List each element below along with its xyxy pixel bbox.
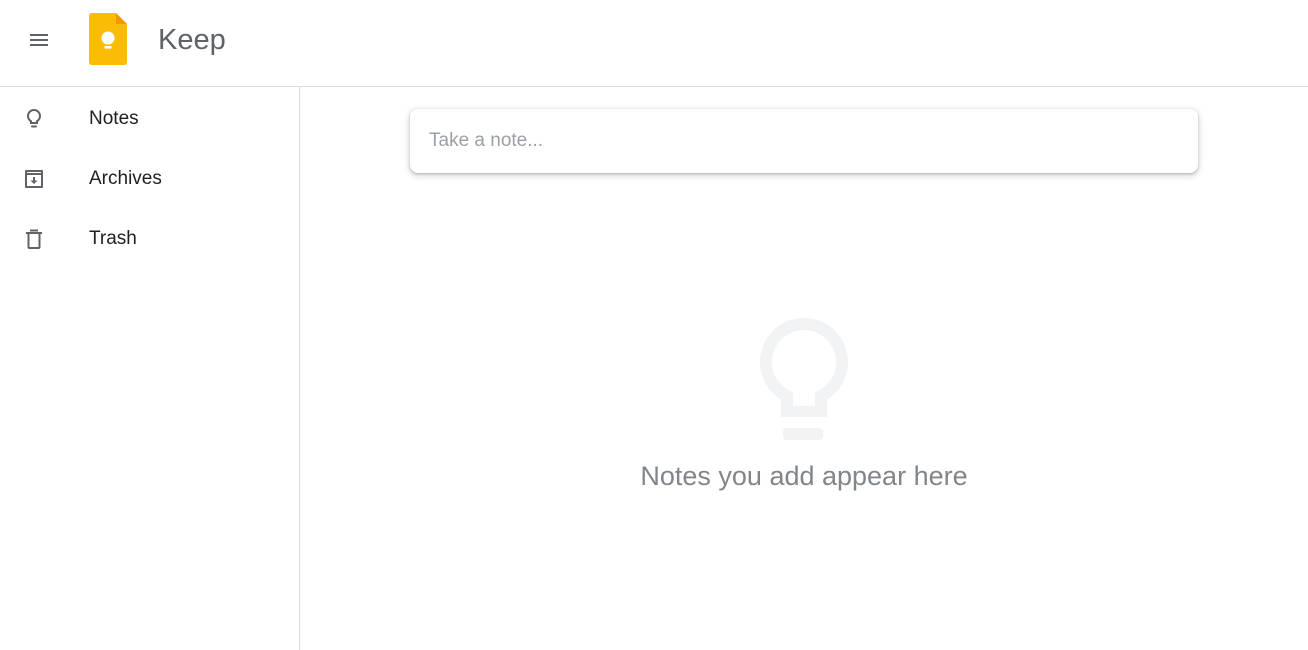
lightbulb-icon	[27, 109, 41, 128]
keep-logo-icon[interactable]	[89, 13, 127, 65]
sidebar-item-archives[interactable]: Archives	[0, 155, 299, 203]
lightbulb-icon	[760, 318, 848, 440]
main-content: Notes you add appear here	[300, 87, 1308, 650]
trash-icon	[26, 229, 42, 249]
sidebar-item-label: Trash	[89, 228, 137, 249]
sidebar-item-label: Archives	[89, 168, 162, 189]
app-title[interactable]: Keep	[158, 22, 226, 58]
archive-icon	[25, 170, 43, 188]
sidebar-item-trash[interactable]: Trash	[0, 215, 299, 263]
take-note-box[interactable]	[410, 109, 1198, 173]
app-header: Keep	[0, 0, 1308, 87]
take-note-input[interactable]	[410, 109, 1198, 173]
hamburger-menu-icon	[30, 34, 48, 46]
sidebar-item-label: Notes	[89, 108, 139, 129]
sidebar-item-notes[interactable]: Notes	[0, 95, 299, 143]
main-menu-button[interactable]	[15, 16, 63, 64]
sidebar: Notes Archives Trash	[0, 87, 300, 650]
empty-state-text: Notes you add appear here	[640, 461, 968, 491]
